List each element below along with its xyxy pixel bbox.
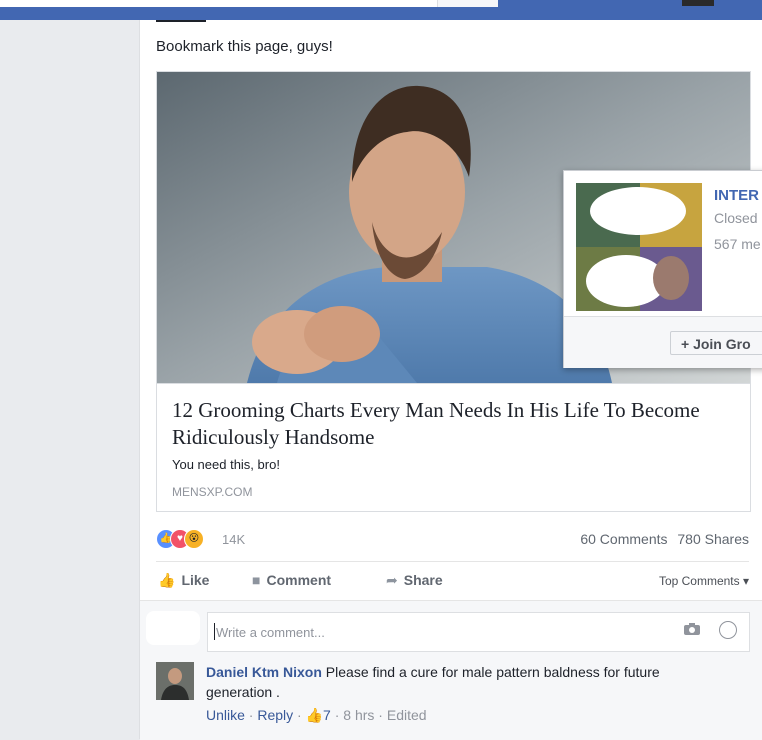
comment-placeholder: Write a comment... (216, 625, 325, 640)
left-gutter (0, 20, 139, 739)
comment-like-count: 7 (323, 707, 331, 723)
like-button[interactable]: 👍 Like (158, 572, 209, 589)
thumbs-up-icon: 👍 (305, 707, 324, 723)
share-button[interactable]: ➦ Share (386, 572, 443, 589)
wow-reaction-icon: 😮 (184, 529, 204, 549)
camera-icon[interactable] (683, 622, 701, 636)
comment-label: Comment (266, 572, 332, 588)
current-user-avatar (146, 611, 200, 645)
post-text: Bookmark this page, guys! (156, 38, 333, 55)
comment-meta: Unlike · Reply · 👍7 · 8 hrs · Edited (206, 707, 427, 723)
emoji-icon[interactable] (719, 621, 737, 639)
post-actions: 👍 Like ■ Comment ➦ Share Top Comments ▾ (156, 568, 749, 594)
thumbs-up-icon: 👍 (158, 572, 176, 588)
comment-button[interactable]: ■ Comment (252, 572, 331, 588)
post-stats: 👍 ♥ 😮 14K 60 Comments 780 Shares (156, 528, 749, 550)
group-hover-card: INTER Closed 567 me + Join Gro (563, 170, 762, 368)
share-label: Share (403, 572, 443, 588)
group-members: 567 me (714, 236, 761, 252)
link-title[interactable]: 12 Grooming Charts Every Man Needs In Hi… (172, 397, 732, 451)
reaction-count[interactable]: 14K (222, 532, 245, 547)
profile-picture[interactable] (682, 0, 714, 6)
comment-author[interactable]: Daniel Ktm Nixon (206, 664, 322, 680)
engagement-counts: 60 Comments 780 Shares (574, 531, 749, 547)
comment-body: Daniel Ktm Nixon Please find a cure for … (206, 662, 706, 702)
comments-count[interactable]: 60 Comments (580, 531, 667, 547)
comment-edited[interactable]: Edited (387, 707, 427, 723)
poster-avatar[interactable] (156, 20, 206, 22)
commenter-avatar[interactable] (156, 662, 194, 700)
like-label: Like (181, 572, 210, 588)
search-bar[interactable] (0, 0, 498, 7)
link-preview-text[interactable]: 12 Grooming Charts Every Man Needs In Hi… (157, 383, 750, 512)
post-card: Bookmark this page, guys! 12 Grooming Ch… (139, 20, 762, 740)
comment-likes[interactable]: 👍7 (306, 707, 331, 723)
comment-sort-dropdown[interactable]: Top Comments ▾ (659, 574, 749, 588)
link-domain: MENSXP.COM (172, 485, 253, 499)
comment-input[interactable]: Write a comment... (207, 612, 750, 652)
join-group-button[interactable]: + Join Gro (670, 331, 762, 355)
group-privacy: Closed (714, 210, 758, 226)
shares-count[interactable]: 780 Shares (677, 531, 749, 547)
comments-section: Write a comment... Daniel Ktm Nixon Plea… (140, 600, 762, 740)
share-arrow-icon: ➦ (386, 572, 398, 588)
link-description: You need this, bro! (172, 457, 280, 472)
comment-time[interactable]: 8 hrs (343, 707, 374, 723)
text-caret (214, 623, 215, 640)
unlike-link[interactable]: Unlike (206, 707, 245, 723)
divider (156, 561, 749, 562)
hover-card-footer: + Join Gro (564, 316, 762, 368)
top-navigation-bar (0, 0, 762, 20)
group-name[interactable]: INTER (714, 187, 759, 204)
search-button[interactable] (437, 0, 498, 7)
reply-link[interactable]: Reply (257, 707, 293, 723)
comment-bubble-icon: ■ (252, 572, 261, 588)
group-cover-photo[interactable] (576, 183, 702, 311)
